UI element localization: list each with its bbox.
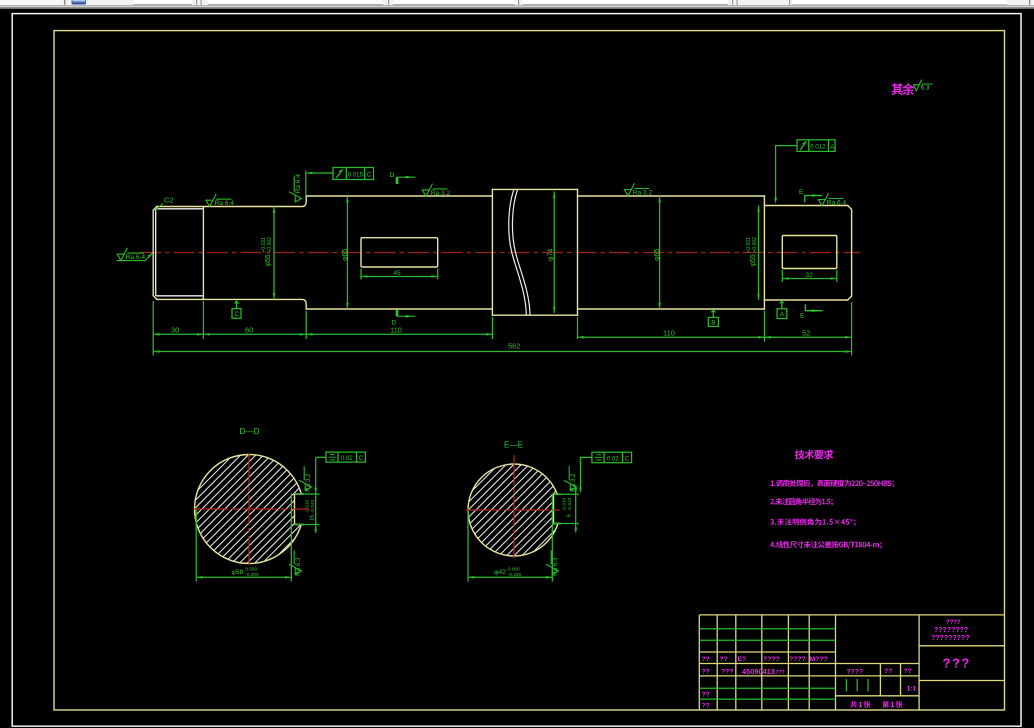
- svg-text:???: ???: [721, 669, 733, 676]
- svg-text:0.000: 0.000: [508, 566, 520, 571]
- svg-text:-0.200: -0.200: [246, 572, 259, 577]
- svg-text:-0.010: -0.010: [305, 499, 310, 513]
- svg-text:6.3: 6.3: [921, 85, 930, 92]
- svg-text:??: ??: [702, 656, 710, 663]
- svg-text:??: ??: [702, 703, 710, 710]
- svg-text:E: E: [800, 313, 805, 320]
- svg-text:Ra 3.2: Ra 3.2: [633, 190, 653, 197]
- svg-text:45: 45: [394, 270, 402, 277]
- svg-text:D—D: D—D: [240, 427, 260, 436]
- svg-text:φ58: φ58: [232, 569, 244, 576]
- svg-text:??: ??: [904, 668, 912, 675]
- svg-text:E?: E?: [738, 656, 747, 663]
- svg-text:6: 6: [567, 514, 573, 517]
- svg-text:C: C: [235, 311, 240, 318]
- svg-text:B: B: [711, 320, 715, 327]
- svg-text:-0.010: -0.010: [562, 497, 567, 511]
- svg-text:Ra 6.4: Ra 6.4: [215, 200, 235, 207]
- svg-text:C: C: [625, 457, 630, 463]
- svg-text:16: 16: [310, 515, 316, 521]
- svg-text:52: 52: [802, 328, 810, 337]
- svg-text:??: ??: [884, 668, 892, 675]
- svg-text:φ55: φ55: [750, 254, 757, 266]
- svg-text:110: 110: [390, 326, 402, 335]
- svg-text:0.015: 0.015: [348, 172, 364, 178]
- svg-text:D: D: [390, 172, 395, 179]
- svg-text:Ra 6.4: Ra 6.4: [126, 254, 146, 261]
- svg-text:Ra 6.3: Ra 6.3: [552, 557, 559, 576]
- svg-text:C: C: [359, 456, 364, 462]
- svg-text:Ra 3.2: Ra 3.2: [570, 473, 577, 492]
- svg-text:-0.043: -0.043: [567, 497, 572, 511]
- svg-text:32: 32: [806, 272, 814, 279]
- svg-text:60: 60: [245, 326, 253, 335]
- svg-text:????????: ????????: [934, 627, 968, 634]
- svg-text:45090413: 45090413: [742, 667, 775, 676]
- svg-text:φ42: φ42: [494, 569, 506, 576]
- svg-text:0.000: 0.000: [246, 566, 258, 571]
- svg-text:??: ??: [702, 692, 710, 699]
- svg-text:C2: C2: [164, 196, 174, 205]
- svg-text:0.02: 0.02: [341, 456, 353, 462]
- svg-text:C: C: [367, 172, 372, 179]
- svg-text:+0.002: +0.002: [752, 237, 758, 253]
- svg-text:???: ???: [943, 656, 971, 671]
- svg-text:+0.002: +0.002: [267, 237, 273, 253]
- svg-text:0.012: 0.012: [810, 145, 826, 151]
- svg-text:??: ??: [720, 656, 728, 663]
- svg-text:φ55: φ55: [265, 254, 272, 266]
- svg-text:1:1: 1:1: [907, 686, 917, 693]
- svg-text:φ65: φ65: [342, 249, 349, 261]
- svg-text:E—E: E—E: [504, 440, 524, 449]
- svg-text:????: ????: [763, 656, 780, 663]
- svg-text:?????????: ?????????: [931, 635, 969, 642]
- svg-text:562: 562: [508, 342, 521, 351]
- svg-text:????: ????: [847, 669, 864, 676]
- svg-text:Ra 3.2: Ra 3.2: [431, 190, 451, 197]
- svg-text:???: ???: [776, 670, 785, 676]
- svg-text:Ra 6.4: Ra 6.4: [295, 174, 302, 194]
- svg-text:0.02: 0.02: [607, 457, 619, 463]
- svg-text:????: ????: [946, 620, 961, 626]
- svg-text:E: E: [799, 189, 804, 196]
- svg-text:????: ????: [789, 656, 806, 663]
- svg-text:Ra 6.4: Ra 6.4: [827, 200, 847, 207]
- svg-text:-0.043: -0.043: [310, 499, 315, 513]
- svg-text:Ra 6.3: Ra 6.3: [295, 557, 302, 576]
- svg-text:φ74: φ74: [548, 249, 555, 261]
- svg-text:φ65: φ65: [654, 249, 661, 261]
- svg-text:Ra 3.2: Ra 3.2: [305, 473, 312, 492]
- svg-text:M???: M???: [810, 656, 828, 663]
- svg-text:-0.200: -0.200: [508, 572, 521, 577]
- svg-text:??: ??: [702, 669, 710, 676]
- svg-text:110: 110: [663, 328, 675, 337]
- svg-text:30: 30: [171, 326, 179, 335]
